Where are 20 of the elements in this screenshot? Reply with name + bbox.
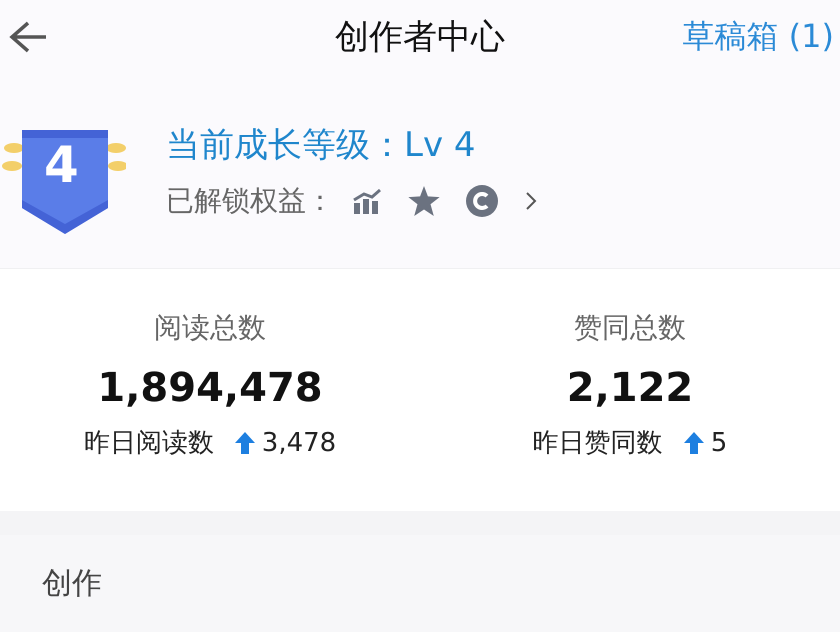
bar-chart-icon[interactable] bbox=[352, 188, 382, 214]
up-arrow-icon bbox=[234, 430, 256, 454]
stat-value: 2,122 bbox=[566, 365, 694, 411]
yesterday-value: 5 bbox=[710, 428, 728, 458]
copyright-icon[interactable] bbox=[466, 184, 498, 217]
up-arrow-icon bbox=[682, 430, 705, 454]
section-title: 创作 bbox=[42, 566, 102, 601]
chevron-right-icon[interactable] bbox=[524, 190, 538, 212]
page-title: 创作者中心 bbox=[335, 16, 505, 57]
stat-value: 1,894,478 bbox=[97, 365, 323, 411]
level-title: 当前成长等级：Lv 4 bbox=[166, 124, 477, 167]
yesterday-value: 3,478 bbox=[262, 428, 336, 458]
level-number: 4 bbox=[44, 136, 79, 194]
stat-label: 赞同总数 bbox=[574, 310, 686, 346]
star-icon[interactable] bbox=[408, 186, 440, 216]
yesterday-label: 昨日赞同数 bbox=[532, 427, 663, 460]
yesterday-label: 昨日阅读数 bbox=[84, 427, 214, 460]
unlocked-label: 已解锁权益： bbox=[166, 182, 334, 219]
stat-label: 阅读总数 bbox=[154, 310, 266, 346]
drafts-link[interactable]: 草稿箱 (1) bbox=[682, 14, 834, 59]
